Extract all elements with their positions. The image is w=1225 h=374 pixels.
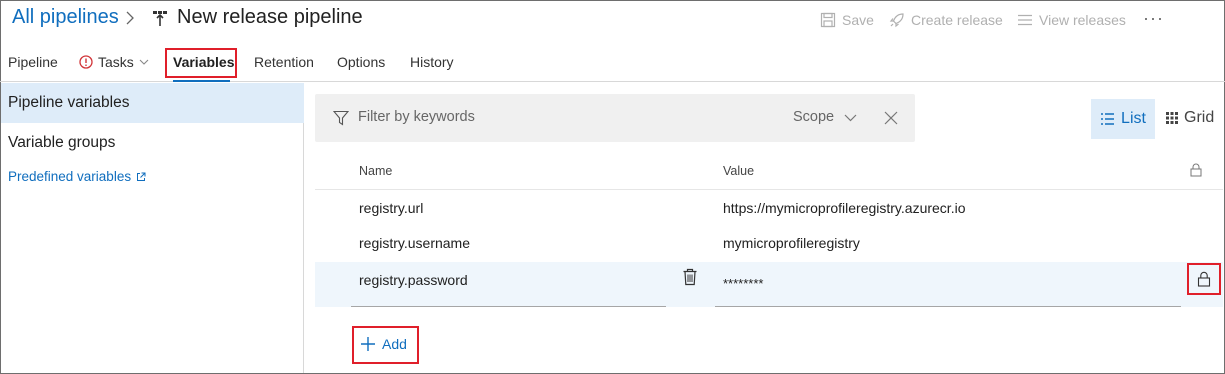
tab-pipeline[interactable]: Pipeline bbox=[8, 54, 58, 70]
scope-label: Scope bbox=[793, 109, 835, 125]
external-link-icon bbox=[137, 172, 146, 181]
lock-icon[interactable] bbox=[1197, 271, 1211, 287]
close-icon[interactable] bbox=[883, 110, 899, 126]
tab-tasks[interactable]: Tasks bbox=[79, 54, 149, 70]
list-view-button[interactable]: List bbox=[1091, 99, 1155, 139]
column-header-name: Name bbox=[359, 164, 393, 178]
filter-bar: Filter by keywords Scope bbox=[315, 94, 915, 142]
page-title: New release pipeline bbox=[177, 6, 363, 28]
chevron-right-icon bbox=[126, 11, 134, 25]
variable-name-input[interactable]: registry.password bbox=[359, 272, 468, 288]
tab-bar: Pipeline Tasks Variables Retention Optio… bbox=[0, 44, 1225, 82]
save-icon bbox=[820, 12, 836, 28]
breadcrumb-all-pipelines[interactable]: All pipelines bbox=[12, 6, 119, 29]
list-lines-icon bbox=[1018, 14, 1032, 26]
list-icon bbox=[1101, 113, 1115, 125]
column-header-value: Value bbox=[723, 164, 755, 178]
name-input-underline bbox=[351, 306, 666, 307]
create-release-button[interactable]: Create release bbox=[889, 12, 1003, 28]
release-pipeline-icon bbox=[153, 11, 167, 26]
lock-icon bbox=[1190, 163, 1202, 177]
grid-view-label: Grid bbox=[1184, 109, 1215, 126]
plus-icon bbox=[361, 337, 375, 351]
grid-view-button[interactable]: Grid bbox=[1166, 109, 1214, 127]
filter-keywords-input[interactable]: Filter by keywords bbox=[358, 109, 475, 125]
filter-icon bbox=[333, 110, 349, 126]
variable-value-registry-username[interactable]: mymicroprofileregistry bbox=[723, 235, 860, 251]
chevron-down-icon bbox=[844, 114, 857, 121]
predefined-variables-link[interactable]: Predefined variables bbox=[8, 169, 146, 184]
tab-options[interactable]: Options bbox=[337, 54, 385, 70]
warning-circle-icon bbox=[79, 55, 93, 69]
grid-icon bbox=[1166, 112, 1178, 124]
sidebar-item-variable-groups[interactable]: Variable groups bbox=[1, 123, 304, 163]
tab-variables[interactable]: Variables bbox=[173, 54, 235, 70]
add-label: Add bbox=[382, 336, 407, 352]
tab-tasks-label: Tasks bbox=[98, 54, 134, 70]
header-divider bbox=[315, 189, 1223, 190]
more-actions-icon[interactable]: ··· bbox=[1143, 8, 1164, 29]
sidebar-item-label: Variable groups bbox=[8, 134, 116, 151]
predefined-variables-label: Predefined variables bbox=[8, 169, 132, 184]
scope-dropdown[interactable]: Scope bbox=[793, 109, 857, 125]
chevron-down-icon bbox=[139, 59, 149, 65]
view-releases-label: View releases bbox=[1039, 12, 1126, 28]
delete-icon[interactable] bbox=[682, 268, 698, 286]
view-releases-button[interactable]: View releases bbox=[1017, 12, 1126, 28]
tab-history[interactable]: History bbox=[410, 54, 454, 70]
sidebar-item-label: Pipeline variables bbox=[8, 94, 130, 111]
tab-retention[interactable]: Retention bbox=[254, 54, 314, 70]
sidebar: Pipeline variables Variable groups Prede… bbox=[1, 83, 304, 373]
variable-name-registry-username[interactable]: registry.username bbox=[359, 235, 470, 251]
variable-name-registry-url[interactable]: registry.url bbox=[359, 200, 423, 216]
save-label: Save bbox=[842, 12, 874, 28]
create-release-label: Create release bbox=[911, 12, 1003, 28]
add-variable-button[interactable]: Add bbox=[360, 336, 407, 352]
sidebar-item-pipeline-variables[interactable]: Pipeline variables bbox=[1, 83, 304, 123]
active-tab-indicator bbox=[173, 80, 230, 82]
save-button[interactable]: Save bbox=[820, 12, 874, 28]
variable-value-registry-url[interactable]: https://mymicroprofileregistry.azurecr.i… bbox=[723, 200, 965, 216]
header: All pipelines New release pipeline Save … bbox=[0, 0, 1225, 42]
rocket-icon bbox=[889, 13, 904, 28]
variable-value-input-secret[interactable]: ******** bbox=[723, 276, 763, 291]
list-view-label: List bbox=[1121, 110, 1146, 127]
value-input-underline bbox=[715, 306, 1181, 307]
